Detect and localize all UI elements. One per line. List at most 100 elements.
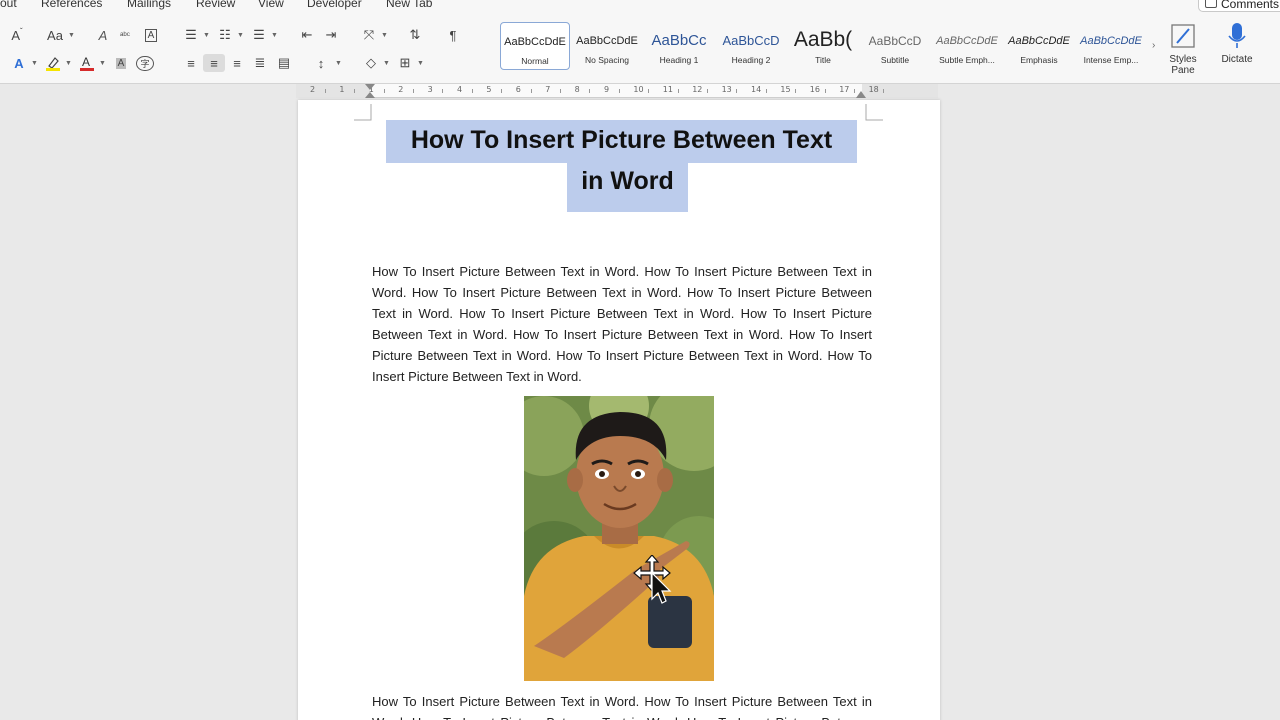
chevron-down-icon[interactable]: ▼ bbox=[237, 32, 244, 39]
shading-icon[interactable]: ◇ bbox=[360, 54, 382, 72]
font-color-icon[interactable]: A bbox=[76, 54, 98, 72]
character-border-icon[interactable]: 字 bbox=[134, 54, 156, 72]
ruler-tick bbox=[412, 89, 414, 93]
ruler-number: 9 bbox=[604, 85, 610, 94]
ruler-number: 2 bbox=[310, 85, 316, 94]
tab-references[interactable]: References bbox=[41, 0, 102, 10]
document-page[interactable]: How To Insert Picture Between Text in Wo… bbox=[298, 100, 940, 720]
bullets-icon[interactable]: ☰ bbox=[180, 26, 202, 44]
style-heading-2[interactable]: AaBbCcD Heading 2 bbox=[716, 22, 786, 70]
clear-formatting-icon[interactable]: A bbox=[92, 26, 114, 44]
style-name: Heading 1 bbox=[659, 55, 699, 65]
document-title-line-2[interactable]: in Word bbox=[567, 163, 688, 212]
style-heading-1[interactable]: AaBbCc Heading 1 bbox=[644, 22, 714, 70]
styles-pane-button[interactable]: Styles Pane bbox=[1158, 22, 1208, 76]
borders-icon[interactable]: ⊞ bbox=[394, 54, 416, 72]
style-sample: AaBbCcDdE bbox=[936, 35, 998, 47]
style-emphasis[interactable]: AaBbCcDdE Emphasis bbox=[1004, 22, 1074, 70]
dictate-button[interactable]: Dictate bbox=[1212, 22, 1262, 65]
style-normal[interactable]: AaBbCcDdE Normal bbox=[500, 22, 570, 70]
indent-marker-icon[interactable] bbox=[364, 84, 376, 98]
style-sample: AaBbCcDdE bbox=[1008, 35, 1070, 47]
comments-button[interactable]: Comments bbox=[1198, 0, 1280, 12]
show-formatting-icon[interactable]: ¶ bbox=[442, 26, 464, 44]
chevron-down-icon[interactable]: ▼ bbox=[203, 32, 210, 39]
spelling-icon[interactable]: ᵃᵇᶜ bbox=[114, 26, 136, 44]
chevron-down-icon[interactable]: ▼ bbox=[383, 60, 390, 67]
ruler-number: 11 bbox=[662, 85, 673, 94]
ruler-tick bbox=[765, 89, 767, 93]
character-shading-icon[interactable]: A bbox=[110, 54, 132, 72]
align-right-icon[interactable]: ≡ bbox=[226, 54, 248, 72]
style-title[interactable]: AaBb( Title bbox=[788, 22, 858, 70]
styles-gallery: AaBbCcDdE Normal AaBbCcDdE No Spacing Aa… bbox=[498, 22, 1166, 72]
asian-layout-icon[interactable]: ⤧ bbox=[358, 26, 380, 44]
ruler-number: 14 bbox=[751, 85, 762, 94]
right-indent-marker-icon[interactable] bbox=[855, 86, 867, 98]
change-case-button[interactable]: Aa bbox=[44, 26, 66, 44]
decrease-indent-icon[interactable]: ⇤ bbox=[296, 26, 318, 44]
chevron-down-icon[interactable]: ▼ bbox=[271, 32, 278, 39]
horizontal-ruler[interactable]: 2 1 1 2 3 4 5 6 7 8 9 10 11 12 13 14 15 16 17 18 bbox=[296, 84, 938, 98]
ruler-number: 4 bbox=[457, 85, 463, 94]
style-name: Normal bbox=[521, 56, 549, 66]
chevron-down-icon[interactable]: ▼ bbox=[31, 60, 38, 67]
text-effects-icon[interactable]: A bbox=[8, 54, 30, 72]
line-spacing-icon[interactable]: ↕ bbox=[310, 54, 332, 72]
chevron-down-icon[interactable]: ▼ bbox=[381, 32, 388, 39]
style-subtitle[interactable]: AaBbCcD Subtitle bbox=[860, 22, 930, 70]
chevron-down-icon[interactable]: ▼ bbox=[417, 60, 424, 67]
microphone-icon bbox=[1228, 23, 1246, 48]
svg-text:A: A bbox=[82, 55, 90, 69]
style-sample: AaBbCcD bbox=[868, 34, 922, 48]
ruler-number: 10 bbox=[633, 85, 644, 94]
ruler-number: 1 bbox=[339, 85, 345, 94]
tab-view[interactable]: View bbox=[258, 0, 284, 10]
numbering-icon[interactable]: ☷ bbox=[214, 26, 236, 44]
chevron-down-icon[interactable]: ▼ bbox=[335, 60, 342, 67]
sort-icon[interactable]: ⇅ bbox=[404, 26, 426, 44]
title-selection: How To Insert Picture Between Text bbox=[386, 120, 857, 163]
justify-icon[interactable]: ≣ bbox=[249, 54, 271, 72]
ruler-number: 5 bbox=[486, 85, 492, 94]
styles-pane-label-line2: Pane bbox=[1171, 65, 1195, 76]
align-center-icon[interactable]: ≡ bbox=[203, 54, 225, 72]
comment-icon bbox=[1205, 0, 1217, 8]
increase-indent-icon[interactable]: ⇥ bbox=[320, 26, 342, 44]
chevron-down-icon[interactable]: ▼ bbox=[65, 60, 72, 67]
style-intense-emphasis[interactable]: AaBbCcDdE Intense Emp... bbox=[1076, 22, 1146, 70]
tab-review[interactable]: Review bbox=[196, 0, 235, 10]
style-name: Title bbox=[815, 55, 831, 65]
style-name: Heading 2 bbox=[731, 55, 771, 65]
ruler-tick bbox=[589, 89, 591, 93]
comments-label: Comments bbox=[1221, 0, 1280, 11]
style-name: Intense Emp... bbox=[1083, 55, 1139, 65]
distributed-icon[interactable]: ▤ bbox=[273, 54, 295, 72]
ruler-number: 7 bbox=[545, 85, 551, 94]
inline-picture[interactable] bbox=[524, 396, 714, 681]
tab-layout[interactable]: out bbox=[0, 0, 17, 10]
chevron-down-icon[interactable]: ▼ bbox=[68, 32, 75, 39]
tab-mailings[interactable]: Mailings bbox=[127, 0, 171, 10]
decrease-font-size-icon[interactable]: Aˇ bbox=[6, 26, 28, 44]
style-subtle-emphasis[interactable]: AaBbCcDdE Subtle Emph... bbox=[932, 22, 1002, 70]
ruler-tick bbox=[706, 89, 708, 93]
document-title-line-1[interactable]: How To Insert Picture Between Text bbox=[386, 120, 857, 163]
ruler-number: 15 bbox=[780, 85, 791, 94]
style-no-spacing[interactable]: AaBbCcDdE No Spacing bbox=[572, 22, 642, 70]
text-box-icon[interactable]: A bbox=[140, 26, 162, 44]
body-paragraph-1[interactable]: How To Insert Picture Between Text in Wo… bbox=[372, 261, 872, 387]
styles-pane-label-line1: Styles bbox=[1169, 54, 1197, 65]
ribbon: out References Mailings Review View Deve… bbox=[0, 0, 1280, 84]
body-paragraph-2[interactable]: How To Insert Picture Between Text in Wo… bbox=[372, 691, 872, 720]
multilevel-list-icon[interactable]: ☰ bbox=[248, 26, 270, 44]
highlight-icon[interactable] bbox=[42, 54, 64, 72]
align-left-icon[interactable]: ≡ bbox=[180, 54, 202, 72]
styles-pane-icon bbox=[1171, 24, 1195, 48]
ruler-left-margin bbox=[296, 84, 370, 98]
tab-developer[interactable]: Developer bbox=[307, 0, 362, 10]
chevron-down-icon[interactable]: ▼ bbox=[99, 60, 106, 67]
margin-corner-mark bbox=[354, 104, 372, 121]
chevron-right-icon[interactable]: › bbox=[1152, 40, 1155, 51]
tab-new-tab[interactable]: New Tab bbox=[386, 0, 432, 10]
